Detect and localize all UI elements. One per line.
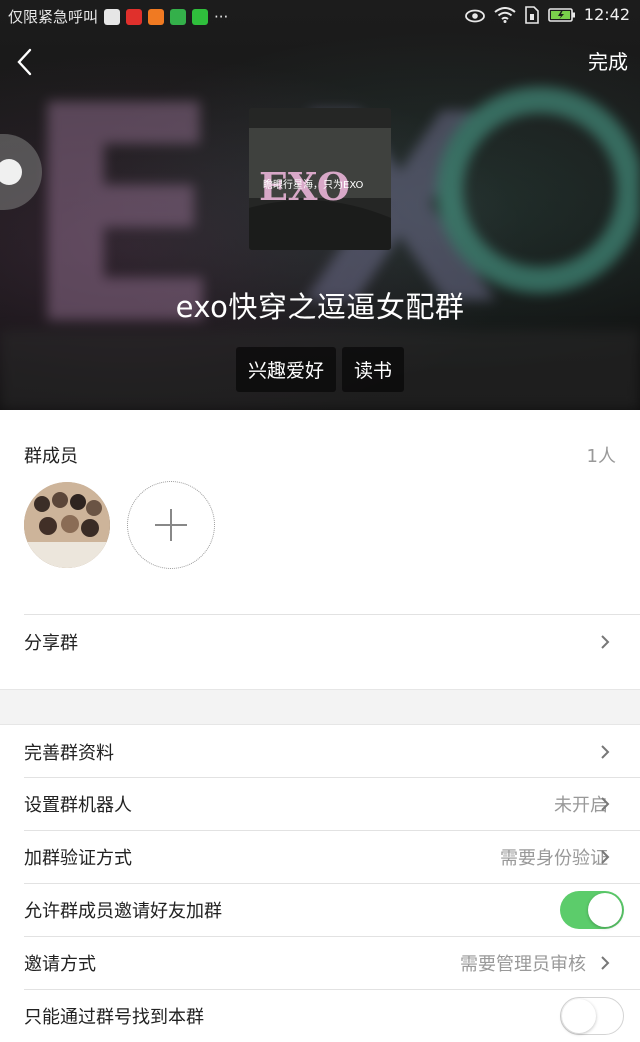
share-group-label: 分享群: [24, 633, 78, 654]
member-photo: [24, 482, 110, 568]
done-button[interactable]: 完成: [588, 46, 628, 75]
members-section: 群成员 1人: [0, 410, 640, 614]
join-verification-row[interactable]: 加群验证方式 需要身份验证: [24, 831, 640, 883]
group-header: E X 仅限紧急呼叫 ··· 12:42 完成 EXO 瞻眼行星海，只为EXO …: [0, 0, 640, 410]
group-avatar-image: EXO 瞻眼行星海，只为EXO: [249, 108, 391, 250]
chevron-left-icon: [17, 48, 32, 76]
clock-time: 12:42: [583, 5, 630, 24]
complete-group-info-row[interactable]: 完善群资料: [24, 726, 640, 778]
members-count: 1人: [586, 446, 616, 467]
group-tags: 兴趣爱好 读书: [0, 347, 640, 392]
orange-app-icon: [148, 8, 165, 25]
plus-icon: [155, 509, 187, 541]
back-button[interactable]: [6, 44, 42, 80]
setting-value: 需要身份验证: [500, 848, 608, 869]
carrier-text: 仅限紧急呼叫: [8, 8, 99, 26]
group-avatar[interactable]: EXO 瞻眼行星海，只为EXO: [249, 108, 391, 250]
add-member-button[interactable]: [127, 481, 215, 569]
more-notifications-icon: ···: [214, 7, 229, 26]
wifi-icon: [494, 6, 516, 23]
members-title: 群成员: [24, 446, 78, 467]
allow-invite-toggle[interactable]: [560, 891, 624, 929]
chevron-right-icon: [601, 850, 610, 864]
setting-label: 加群验证方式: [24, 848, 132, 869]
weibo-icon: [126, 8, 143, 25]
avatar-caption-text: 瞻眼行星海，只为EXO: [263, 178, 364, 191]
chevron-right-icon: [601, 635, 610, 649]
member-avatar[interactable]: [24, 482, 110, 568]
setting-label: 只能通过群号找到本群: [24, 1007, 204, 1028]
group-robot-row[interactable]: 设置群机器人 未开启: [24, 778, 640, 830]
allow-invite-row: 允许群成员邀请好友加群: [24, 884, 640, 936]
setting-label: 邀请方式: [24, 954, 96, 975]
tag-interest[interactable]: 兴趣爱好: [235, 347, 336, 392]
tag-reading[interactable]: 读书: [342, 347, 405, 392]
find-by-number-toggle[interactable]: [560, 997, 624, 1035]
chevron-right-icon: [601, 797, 610, 811]
battery-icon: [548, 7, 575, 22]
toggle-knob: [588, 893, 622, 927]
weibo-icon: [104, 8, 121, 25]
toggle-knob: [562, 999, 596, 1033]
invite-method-row[interactable]: 邀请方式 需要管理员审核: [24, 937, 640, 989]
chevron-right-icon: [601, 745, 610, 759]
chevron-right-icon: [601, 956, 610, 970]
iqiyi-icon: [192, 8, 209, 25]
setting-value: 需要管理员审核: [460, 954, 586, 975]
find-by-number-row: 只能通过群号找到本群: [24, 990, 640, 1042]
group-name: exo快穿之逗逼女配群: [175, 290, 465, 324]
section-gap: [0, 689, 640, 725]
share-group-row[interactable]: 分享群: [24, 616, 640, 668]
video-app-icon: [170, 8, 187, 25]
setting-label: 允许群成员邀请好友加群: [24, 901, 222, 922]
divider: [24, 614, 640, 615]
setting-label: 设置群机器人: [24, 795, 132, 816]
status-bar: 仅限紧急呼叫 ··· 12:42: [0, 0, 640, 34]
setting-label: 完善群资料: [24, 743, 114, 764]
assistive-dot: [0, 159, 22, 185]
sim-icon: [525, 5, 539, 24]
eye-icon: [464, 9, 485, 22]
